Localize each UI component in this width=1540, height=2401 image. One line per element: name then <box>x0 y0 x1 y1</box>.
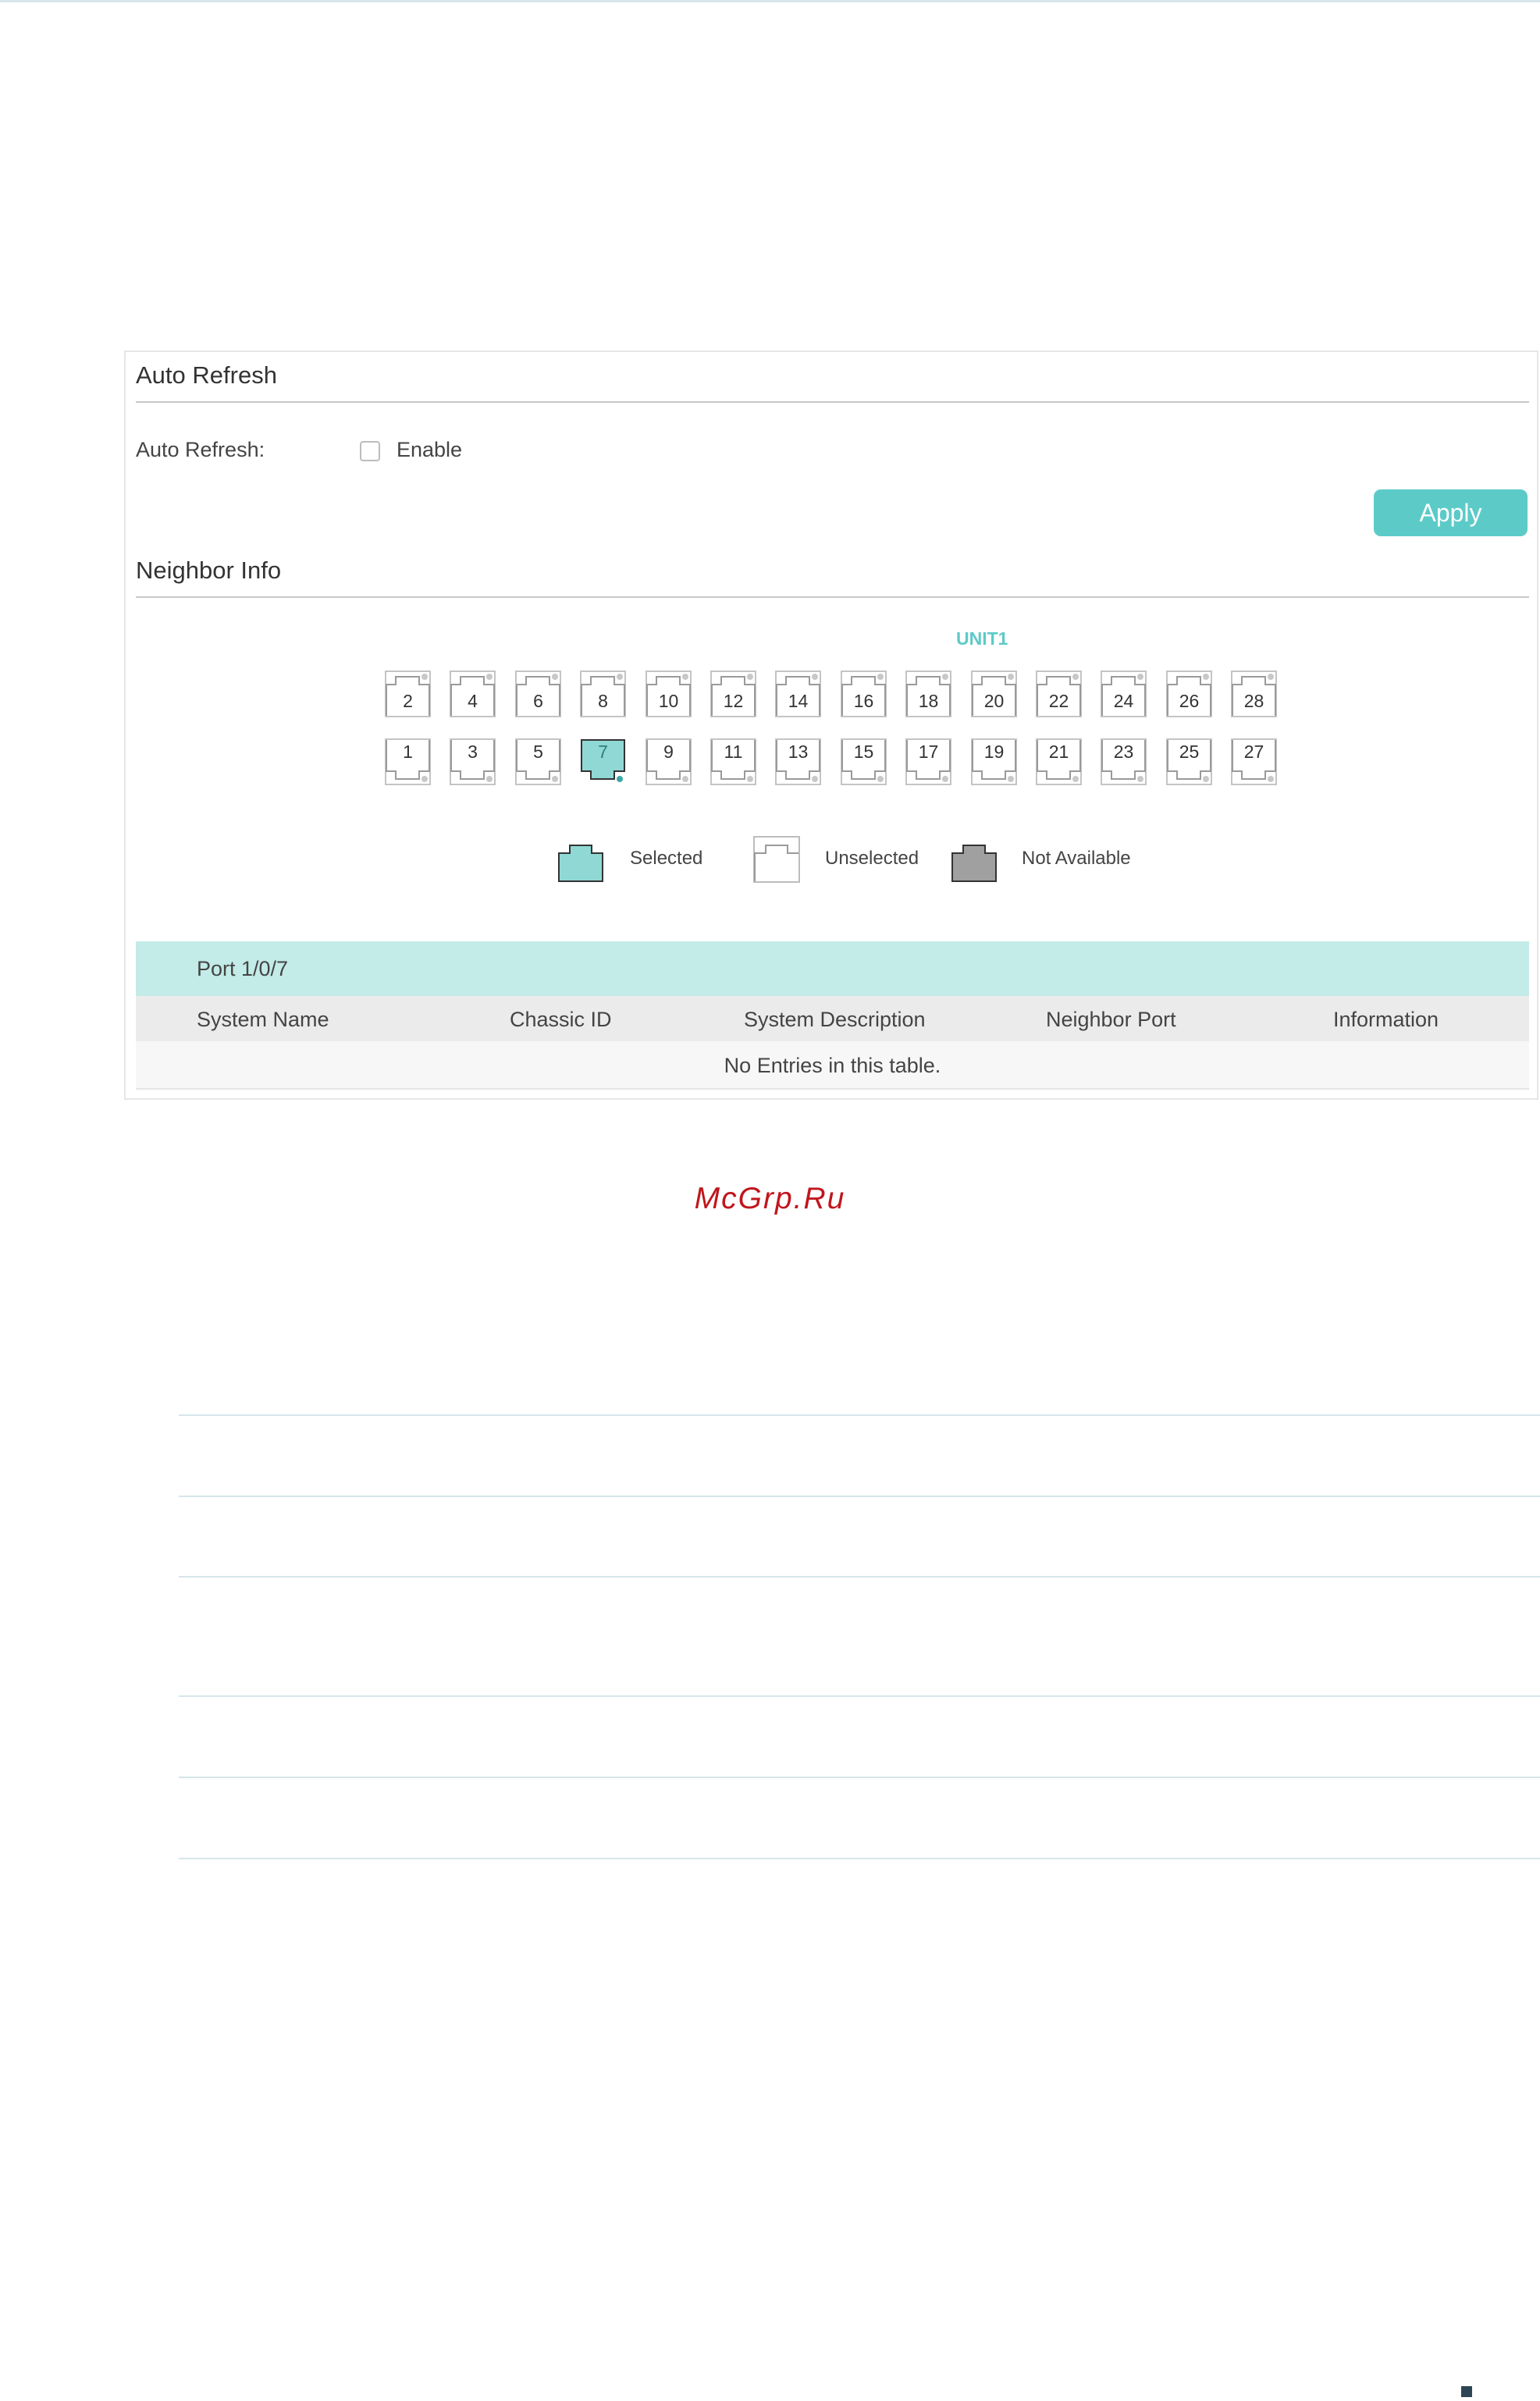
col-chassic-id: Chassic ID <box>510 1008 612 1031</box>
port-number: 26 <box>1179 691 1200 711</box>
auto-refresh-divider <box>136 401 1529 403</box>
port-number: 8 <box>598 691 608 711</box>
col-system-description: System Description <box>744 1008 926 1031</box>
port-number: 4 <box>468 691 478 711</box>
legend-not-available-label: Not Available <box>1022 848 1131 869</box>
port-number: 25 <box>1179 742 1200 762</box>
port-18[interactable]: 18 <box>905 671 951 717</box>
col-information: Information <box>1333 1008 1439 1031</box>
port-22[interactable]: 22 <box>1036 671 1082 717</box>
divider-line-3 <box>179 1576 1540 1578</box>
port-10[interactable]: 10 <box>646 671 692 717</box>
divider-line-1 <box>179 1414 1540 1416</box>
port-13[interactable]: 13 <box>775 738 821 785</box>
legend-unselected-label: Unselected <box>825 848 919 869</box>
empty-table-message: No Entries in this table. <box>724 1054 941 1077</box>
port-number: 12 <box>723 691 744 711</box>
neighbor-panel: Auto Refresh Auto Refresh: Enable Apply … <box>124 350 1538 1100</box>
divider-line-2 <box>179 1496 1540 1497</box>
port-number: 17 <box>918 742 939 762</box>
port-1[interactable]: 1 <box>385 738 431 785</box>
port-27[interactable]: 27 <box>1231 738 1277 785</box>
port-number: 6 <box>533 691 543 711</box>
port-15[interactable]: 15 <box>841 738 887 785</box>
port-21[interactable]: 21 <box>1036 738 1082 785</box>
page-corner-mark <box>1461 2386 1472 2397</box>
port-3[interactable]: 3 <box>450 738 496 785</box>
port-7[interactable]: 7 <box>580 738 626 785</box>
port-number: 24 <box>1113 691 1134 711</box>
auto-refresh-label: Auto Refresh: <box>136 438 265 461</box>
watermark: McGrp.Ru <box>694 1182 846 1215</box>
port-8[interactable]: 8 <box>580 671 626 717</box>
port-17[interactable]: 17 <box>905 738 951 785</box>
port-title-text: Port 1/0/7 <box>197 957 289 980</box>
unit-label: UNIT1 <box>956 628 1008 649</box>
port-number: 19 <box>983 742 1005 762</box>
divider-line-5 <box>179 1777 1540 1778</box>
port-number: 20 <box>983 691 1005 711</box>
ports-row-even: 2 4 6 8 10 12 14 16 18 20 22 24 26 28 <box>385 671 1321 717</box>
port-table-title: Port 1/0/7 <box>136 941 1529 996</box>
port-number: 7 <box>598 742 608 762</box>
port-number: 2 <box>403 691 413 711</box>
port-number: 21 <box>1048 742 1069 762</box>
port-9[interactable]: 9 <box>646 738 692 785</box>
enable-checkbox-label[interactable]: Enable <box>397 438 462 462</box>
ports-row-odd: 1 3 5 7 9 11 13 15 17 19 21 23 25 27 <box>385 738 1321 785</box>
port-number: 9 <box>663 742 674 762</box>
table-empty-row: No Entries in this table. <box>136 1041 1529 1090</box>
divider-line-4 <box>179 1695 1540 1697</box>
port-number: 27 <box>1243 742 1264 762</box>
port-number: 18 <box>918 691 939 711</box>
port-number: 5 <box>533 742 543 762</box>
table-header-row: System Name Chassic ID System Descriptio… <box>136 996 1529 1041</box>
port-number: 23 <box>1113 742 1134 762</box>
neighbor-info-divider <box>136 596 1529 598</box>
divider-line-6 <box>179 1858 1540 1859</box>
col-system-name: System Name <box>197 1008 329 1031</box>
port-11[interactable]: 11 <box>710 738 756 785</box>
port-number: 1 <box>403 742 413 762</box>
port-16[interactable]: 16 <box>841 671 887 717</box>
auto-refresh-title: Auto Refresh <box>136 361 277 389</box>
port-20[interactable]: 20 <box>971 671 1017 717</box>
port-number: 16 <box>853 691 874 711</box>
port-number: 13 <box>788 742 809 762</box>
port-12[interactable]: 12 <box>710 671 756 717</box>
port-5[interactable]: 5 <box>515 738 561 785</box>
port-28[interactable]: 28 <box>1231 671 1277 717</box>
port-4[interactable]: 4 <box>450 671 496 717</box>
port-number: 3 <box>468 742 478 762</box>
port-23[interactable]: 23 <box>1101 738 1147 785</box>
enable-checkbox[interactable] <box>360 441 380 461</box>
legend-selected-label: Selected <box>630 848 703 869</box>
port-number: 11 <box>724 742 743 762</box>
apply-button[interactable]: Apply <box>1374 489 1528 536</box>
port-number: 28 <box>1243 691 1264 711</box>
port-number: 14 <box>788 691 809 711</box>
port-6[interactable]: 6 <box>515 671 561 717</box>
port-26[interactable]: 26 <box>1166 671 1212 717</box>
port-25[interactable]: 25 <box>1166 738 1212 785</box>
port-number: 15 <box>853 742 874 762</box>
neighbor-info-title: Neighbor Info <box>136 557 282 584</box>
port-2[interactable]: 2 <box>385 671 431 717</box>
port-number: 22 <box>1048 691 1069 711</box>
port-19[interactable]: 19 <box>971 738 1017 785</box>
top-divider <box>0 0 1540 2</box>
port-24[interactable]: 24 <box>1101 671 1147 717</box>
port-number: 10 <box>658 691 679 711</box>
col-neighbor-port: Neighbor Port <box>1046 1008 1176 1031</box>
port-14[interactable]: 14 <box>775 671 821 717</box>
